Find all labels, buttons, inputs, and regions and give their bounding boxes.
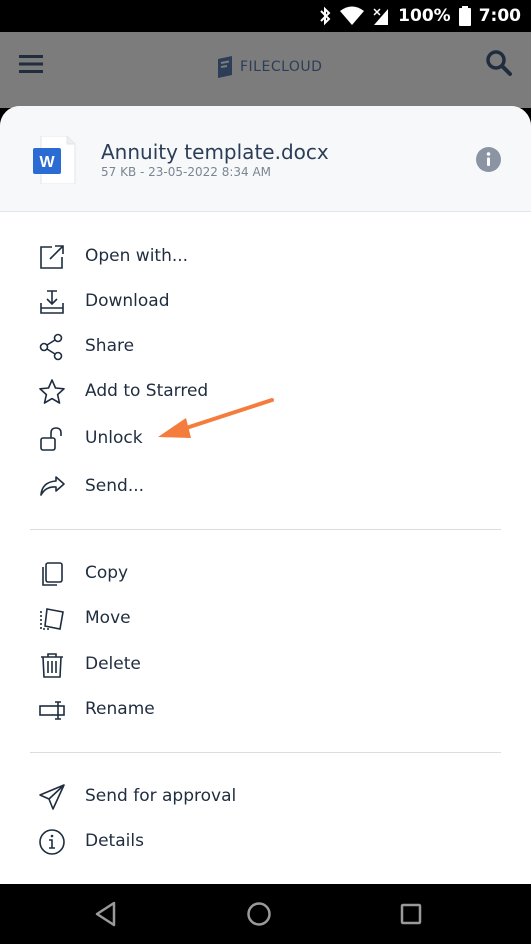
back-icon[interactable] <box>92 900 120 928</box>
annotation-arrow-icon <box>158 398 274 438</box>
menu-item-share[interactable]: Share <box>0 326 531 366</box>
menu-item-move[interactable]: Move <box>0 598 531 638</box>
file-meta: 57 KB - 23-05-2022 8:34 AM <box>101 165 272 179</box>
star-icon <box>39 379 65 404</box>
move-icon <box>40 608 64 630</box>
filecloud-logo-icon <box>218 56 232 78</box>
word-document-icon: W <box>33 136 76 184</box>
menu-item-label: Details <box>85 831 144 851</box>
search-icon[interactable] <box>485 49 513 77</box>
copy-icon <box>42 562 63 586</box>
word-badge: W <box>39 154 55 171</box>
bluetooth-icon <box>320 6 331 26</box>
menu-item-send[interactable]: Send... <box>0 466 531 506</box>
app-bar: FILECLOUD <box>0 32 531 108</box>
menu-item-label: Copy <box>85 563 129 583</box>
home-icon[interactable] <box>245 900 273 928</box>
file-header: W Annuity template.docx 57 KB - 23-05-20… <box>0 106 531 212</box>
hamburger-menu-icon[interactable] <box>18 52 44 76</box>
battery-level: 100% <box>398 6 451 26</box>
clock: 7:00 <box>478 6 521 26</box>
info-icon <box>39 829 65 855</box>
logo-text: FILECLOUD <box>240 59 323 75</box>
status-icons: 100% 7:00 <box>318 0 521 32</box>
menu-divider <box>30 752 501 753</box>
system-nav-bar <box>0 884 531 944</box>
menu-item-label: Open with... <box>85 246 189 266</box>
menu-item-open-with[interactable]: Open with... <box>0 236 531 276</box>
menu-item-label: Move <box>85 608 131 628</box>
unlock-icon <box>40 427 62 451</box>
file-name: Annuity template.docx <box>101 140 329 164</box>
menu-item-label: Send for approval <box>85 786 237 806</box>
paper-plane-icon <box>39 784 65 810</box>
menu-item-rename[interactable]: Rename <box>0 689 531 729</box>
menu-item-label: Share <box>85 336 135 356</box>
file-actions-sheet: W Annuity template.docx 57 KB - 23-05-20… <box>0 106 531 884</box>
menu-item-delete[interactable]: Delete <box>0 644 531 684</box>
menu-item-label: Send... <box>85 476 145 496</box>
battery-icon <box>458 6 471 26</box>
share-icon <box>39 333 63 361</box>
menu-item-label: Rename <box>85 699 155 719</box>
menu-item-label: Delete <box>85 654 141 674</box>
send-forward-icon <box>40 476 65 496</box>
open-external-icon <box>40 245 64 269</box>
menu-item-details[interactable]: Details <box>0 821 531 861</box>
menu-item-copy[interactable]: Copy <box>0 553 531 593</box>
menu-item-label: Unlock <box>85 428 143 448</box>
trash-icon <box>41 653 63 678</box>
menu-item-download[interactable]: Download <box>0 281 531 321</box>
download-icon <box>40 290 64 314</box>
app-logo: FILECLOUD <box>216 55 322 79</box>
menu-item-send-for-approval[interactable]: Send for approval <box>0 776 531 816</box>
recents-icon[interactable] <box>397 900 425 928</box>
rename-icon <box>39 701 65 720</box>
wifi-icon <box>340 6 365 25</box>
file-info-icon[interactable] <box>476 147 501 172</box>
menu-item-label: Download <box>85 291 170 311</box>
menu-divider <box>30 529 501 530</box>
status-bar: 100% 7:00 <box>0 0 531 32</box>
signal-icon <box>373 8 389 25</box>
